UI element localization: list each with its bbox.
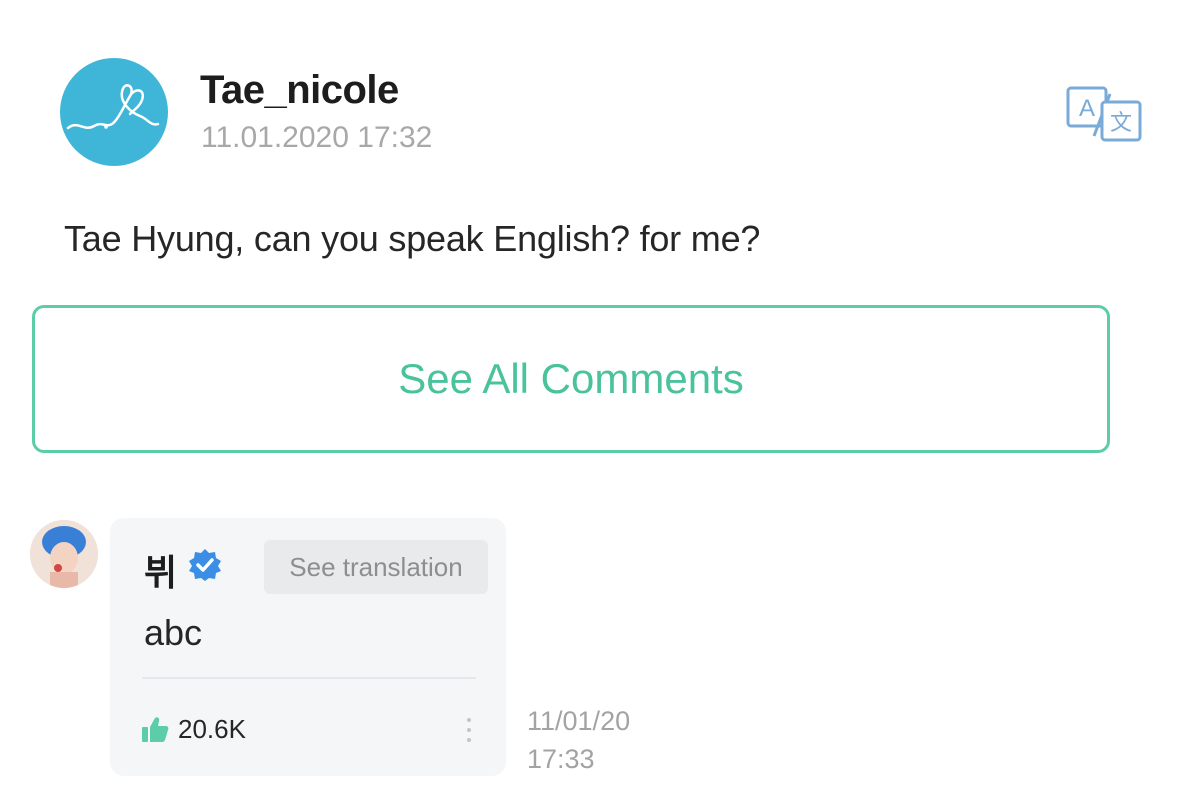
comment-time: 17:33: [527, 744, 595, 774]
post-text: Tae Hyung, can you speak English? for me…: [64, 218, 761, 259]
comment-date: 11/01/20: [527, 706, 631, 736]
avatar[interactable]: [60, 58, 168, 166]
thumbs-up-icon: [142, 717, 169, 742]
post-header: Tae_nicole 11.01.2020 17:32 A 文: [60, 58, 1160, 168]
post-username[interactable]: Tae_nicole: [200, 68, 399, 113]
more-options-icon[interactable]: [462, 714, 476, 746]
comment-divider: [142, 677, 476, 679]
comment-text: abc: [144, 612, 203, 653]
svg-text:A: A: [1079, 95, 1095, 122]
verified-icon: [188, 548, 222, 582]
post-timestamp: 11.01.2020 17:32: [201, 121, 433, 154]
like-count: 20.6K: [178, 713, 246, 744]
see-translation-button[interactable]: See translation: [264, 540, 488, 594]
comment-timestamp: 11/01/20 17:33: [527, 702, 630, 778]
comment-author[interactable]: 뷔: [144, 544, 177, 596]
svg-text:文: 文: [1110, 111, 1132, 136]
avatar-doodle-icon: [66, 84, 160, 130]
translate-icon[interactable]: A 文: [1066, 86, 1142, 142]
comment-bubble: 뷔 See translation abc 20.6K: [110, 518, 506, 776]
see-all-comments-button[interactable]: See All Comments: [32, 305, 1110, 453]
like-button[interactable]: 20.6K: [140, 711, 246, 747]
comment-avatar[interactable]: [30, 520, 98, 588]
